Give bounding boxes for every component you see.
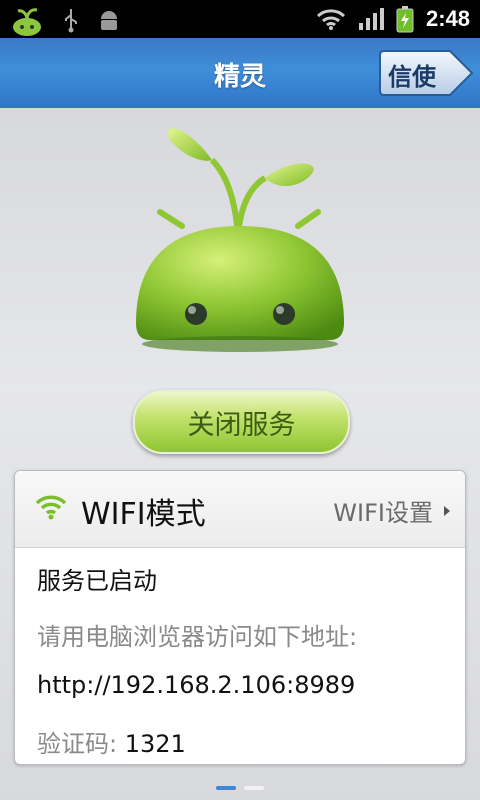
wifi-service-card: WIFI模式 WIFI设置 服务已启动 请用电脑浏览器访问如下地址: http:…	[14, 470, 466, 765]
service-status: 服务已启动	[37, 567, 157, 595]
verification-code-row: 验证码: 1321	[37, 724, 186, 759]
close-service-button[interactable]: 关闭服务	[133, 390, 350, 454]
android-debug-icon	[101, 11, 117, 30]
status-clock: 2:48	[425, 6, 470, 31]
usb-icon	[65, 9, 77, 33]
page-dot-active	[216, 786, 236, 790]
title-bar: 精灵 信使	[0, 38, 480, 109]
page-dot	[244, 786, 264, 790]
status-bar: 2:48	[0, 0, 480, 38]
messenger-nav-label: 信使	[388, 63, 436, 91]
wifi-settings-label: WIFI设置	[333, 499, 433, 527]
chevron-right-icon	[444, 505, 450, 516]
app-sprout-icon	[13, 8, 41, 36]
battery-charging-icon	[396, 6, 414, 33]
signal-icon	[358, 8, 384, 30]
access-instruction: 请用电脑浏览器访问如下地址:	[37, 623, 358, 651]
access-url: http://192.168.2.106:8989	[37, 671, 356, 699]
wifi-settings-link[interactable]: WIFI设置	[333, 493, 451, 528]
messenger-nav-button[interactable]: 信使	[378, 49, 474, 97]
wifi-icon	[316, 9, 345, 30]
wifi-mode-label: WIFI模式	[81, 497, 206, 532]
verification-code-value: 1321	[124, 730, 186, 758]
verification-code-label: 验证码:	[37, 730, 118, 758]
card-header: WIFI模式 WIFI设置	[15, 471, 465, 548]
wifi-green-icon	[35, 495, 67, 520]
sprout-android-mascot-icon	[136, 128, 344, 352]
page-indicator	[216, 786, 264, 790]
